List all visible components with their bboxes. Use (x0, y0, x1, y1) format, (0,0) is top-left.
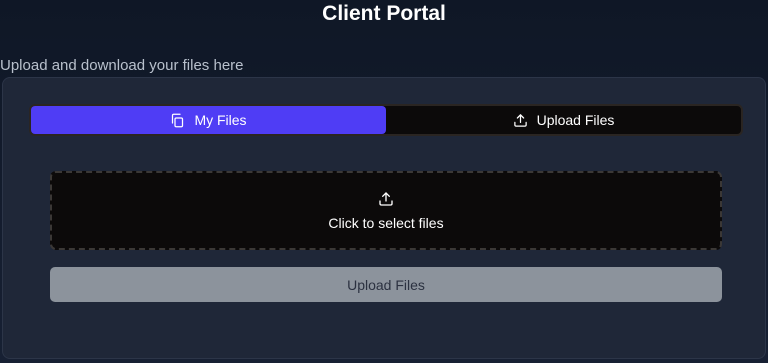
page-subtitle: Upload and download your files here (0, 57, 244, 74)
tab-my-files[interactable]: My Files (31, 106, 386, 134)
page-title: Client Portal (322, 2, 446, 25)
copy-icon (170, 113, 185, 128)
file-dropzone[interactable]: Click to select files (50, 171, 722, 250)
tab-upload-files-label: Upload Files (536, 112, 615, 128)
upload-icon (378, 191, 394, 207)
file-card: My Files Upload Files Click to select fi… (2, 77, 766, 359)
tab-bar: My Files Upload Files (29, 104, 743, 136)
tab-my-files-label: My Files (194, 112, 247, 128)
client-portal-page: Client Portal Upload and download your f… (0, 0, 768, 363)
dropzone-label: Click to select files (328, 214, 444, 231)
tab-upload-files[interactable]: Upload Files (386, 106, 741, 134)
upload-files-button[interactable]: Upload Files (50, 267, 722, 302)
upload-icon (513, 113, 528, 128)
